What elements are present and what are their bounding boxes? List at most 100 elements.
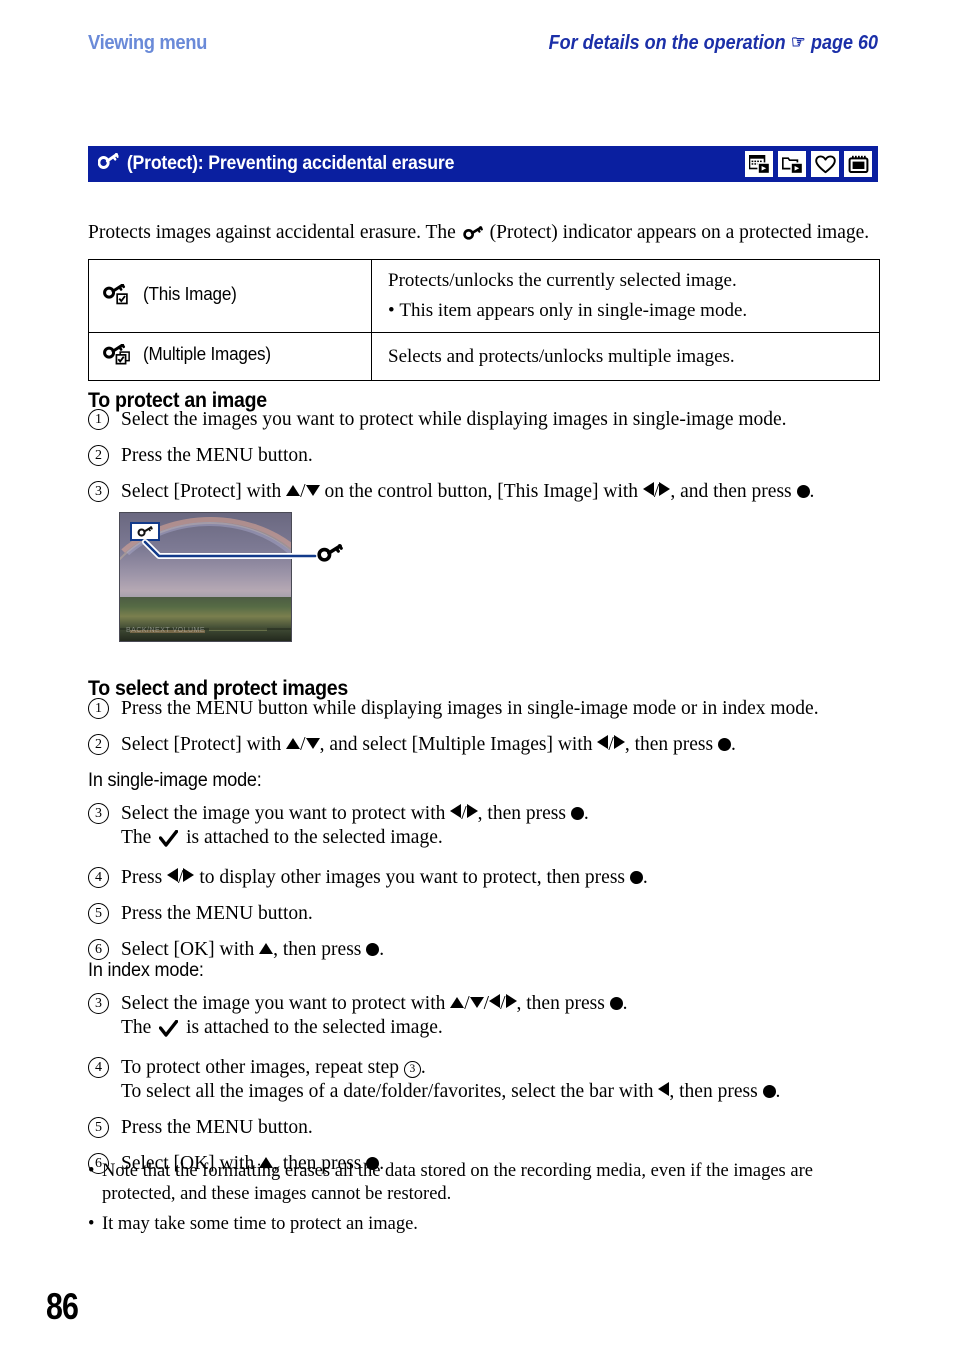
table-description-bullet: • This item appears only in single-image… — [388, 300, 748, 321]
page-reference: page 60 — [810, 32, 878, 54]
step-number: 3 — [88, 803, 109, 824]
step-text: Press the MENU button. — [121, 445, 313, 466]
section-title-text: (Protect): Preventing accidental erasure — [126, 153, 455, 174]
table-row: (Multiple Images) Selects and protects/u… — [88, 332, 880, 381]
step-text: . — [379, 939, 385, 960]
step-number: 3 — [88, 481, 109, 502]
key-icon — [317, 544, 343, 567]
step-text: Select [Protect] with — [121, 734, 282, 755]
step-subtext: The — [121, 1017, 152, 1038]
select-steps-list: 1 Press the MENU button while displaying… — [88, 697, 888, 769]
step-number: 5 — [88, 1117, 109, 1138]
arrow-right-icon — [613, 735, 625, 749]
arrow-down-icon — [305, 485, 320, 496]
center-button-icon — [717, 738, 731, 751]
favorites-heart-icon — [811, 151, 839, 177]
section-title-group: (Protect): Preventing accidental erasure — [97, 152, 455, 175]
step-text: , then press — [477, 803, 566, 824]
checkmark-icon — [159, 1019, 179, 1044]
step-text: Press — [121, 867, 163, 888]
memory-card-icon — [844, 151, 872, 177]
table-row: (This Image) Protects/unlocks the curren… — [88, 259, 880, 333]
step-text: . — [583, 803, 589, 824]
list-item: 4 Press / to display other images you wa… — [88, 866, 888, 890]
table-cell-option-label: (Multiple Images) — [88, 332, 372, 381]
step-subtext: To select all the images of a date/folde… — [121, 1081, 654, 1102]
list-item: 1 Select the images you want to protect … — [88, 408, 888, 432]
chapter-label: Viewing menu — [88, 32, 207, 54]
step-text: , then press — [273, 939, 362, 960]
list-item: 1 Press the MENU button while displaying… — [88, 697, 888, 721]
list-item: 3 Select the image you want to protect w… — [88, 802, 888, 854]
step-text-line: Select the image you want to protect wit… — [121, 993, 628, 1014]
pointing-hand-icon: ☞ — [791, 32, 806, 52]
step-text: , then press — [624, 734, 714, 755]
step-text: Press the MENU button. — [121, 1117, 313, 1138]
table-description-text: Protects/unlocks the currently selected … — [388, 270, 737, 291]
list-item: 4 To protect other images, repeat step 3… — [88, 1056, 888, 1104]
step-number: 4 — [88, 1057, 109, 1078]
intro-text-after: (Protect) indicator appears on a protect… — [489, 221, 870, 243]
table-cell-option-description: Protects/unlocks the currently selected … — [371, 259, 880, 333]
key-icon — [462, 222, 483, 247]
step-text: Select the image you want to protect wit… — [121, 993, 446, 1014]
list-item: 3 Select the image you want to protect w… — [88, 992, 888, 1044]
table-description-bullet-text: This item appears only in single-image m… — [399, 300, 748, 321]
step-text: . — [730, 734, 736, 755]
center-button-icon — [570, 807, 584, 820]
protect-key-indicator — [130, 522, 160, 541]
protect-options-table: (This Image) Protects/unlocks the curren… — [88, 259, 880, 381]
arrow-right-icon — [466, 804, 478, 818]
section-header-bar: (Protect): Preventing accidental erasure — [88, 146, 878, 182]
arrow-left-icon — [597, 735, 609, 749]
notes-list: Note that the formatting erases all the … — [88, 1160, 888, 1243]
running-head: Viewing menu For details on the operatio… — [88, 32, 878, 62]
step-number: 3 — [88, 993, 109, 1014]
step-text: . — [622, 993, 628, 1014]
step-subtext: . — [775, 1081, 781, 1102]
list-item: 5 Press the MENU button. — [88, 1116, 888, 1140]
center-button-icon — [796, 485, 810, 498]
arrow-up-icon — [286, 738, 301, 749]
step-text: . — [642, 867, 648, 888]
step-subtext-line: To select all the images of a date/folde… — [121, 1080, 888, 1104]
step-subtext: is attached to the selected image. — [186, 827, 443, 848]
arrow-down-icon — [305, 738, 320, 749]
step-text: Select the image you want to protect wit… — [121, 803, 446, 824]
checkmark-icon — [159, 829, 179, 854]
step-number: 2 — [88, 445, 109, 466]
step-text: . — [809, 481, 815, 502]
arrow-down-icon — [469, 997, 484, 1008]
arrow-right-icon — [505, 994, 517, 1008]
arrow-right-icon — [183, 868, 195, 882]
note-item: It may take some time to protect an imag… — [88, 1213, 888, 1236]
arrow-up-icon — [286, 485, 301, 496]
center-button-icon — [609, 997, 623, 1010]
center-button-icon — [629, 871, 643, 884]
single-image-mode-label: In single-image mode: — [88, 770, 262, 791]
step-text: Select [OK] with — [121, 939, 255, 960]
step-number: 1 — [88, 698, 109, 719]
step-text: Select [Protect] with — [121, 481, 282, 502]
list-item: 3 Select [Protect] with / on the control… — [88, 480, 888, 504]
step-number: 6 — [88, 939, 109, 960]
table-option-label-text: (This Image) — [142, 283, 237, 304]
step-text: to display other images you want to prot… — [199, 867, 626, 888]
step-text: Press the MENU button. — [121, 903, 313, 924]
step-text: on the control button, [This Image] with — [324, 481, 639, 502]
step-text: . — [420, 1057, 426, 1078]
step-subtext: is attached to the selected image. — [186, 1017, 443, 1038]
protect-indicator-illustration: BACK/NEXT VOLUME — [119, 512, 349, 644]
list-item: 6 Select [OK] with , then press . — [88, 938, 888, 962]
step-subtext-line: The is attached to the selected image. — [121, 826, 888, 854]
step-text-line: Select the image you want to protect wit… — [121, 803, 589, 824]
note-item: Note that the formatting erases all the … — [88, 1160, 888, 1206]
arrow-left-icon — [658, 1082, 670, 1096]
intro-paragraph: Protects images against accidental erasu… — [88, 220, 878, 247]
page-number: 86 — [46, 1286, 79, 1327]
sample-photo: BACK/NEXT VOLUME — [119, 512, 292, 642]
key-single-check-icon — [103, 282, 131, 311]
index-mode-steps: 3 Select the image you want to protect w… — [88, 992, 888, 1188]
step-subtext: , then press — [669, 1081, 758, 1102]
arrow-up-icon — [259, 943, 274, 954]
